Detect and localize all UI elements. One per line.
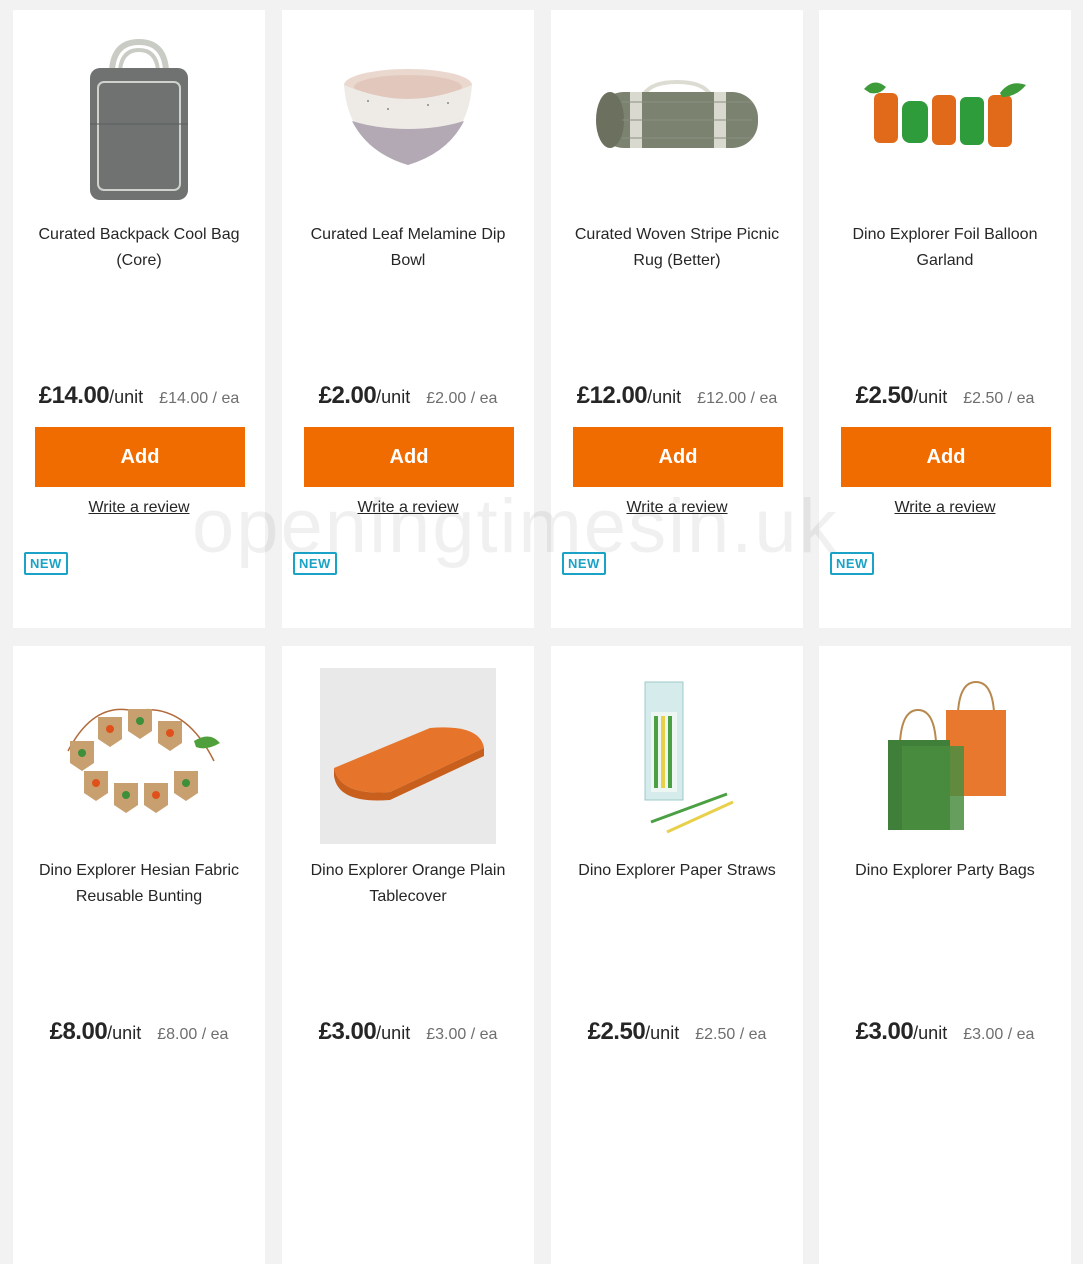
product-card: Dino Explorer Foil Balloon Garland £2.50… — [819, 10, 1071, 628]
price-per-each: £2.50 / ea — [963, 390, 1035, 407]
price-unit: /unit — [647, 387, 682, 407]
product-title[interactable]: Dino Explorer Paper Straws — [569, 858, 785, 884]
party-bags-image[interactable] — [857, 668, 1033, 844]
product-card: Dino Explorer Party Bags £3.00 /unit £3.… — [819, 646, 1071, 1264]
price-per-each: £12.00 / ea — [697, 390, 778, 407]
tablecover-image[interactable] — [320, 668, 496, 844]
write-review-link[interactable]: Write a review — [819, 499, 1071, 517]
price-per-each: £3.00 / ea — [426, 1026, 498, 1043]
price: £2.50 — [587, 1018, 646, 1045]
price: £8.00 — [49, 1018, 108, 1045]
price-row: £12.00 /unit £12.00 / ea — [551, 382, 803, 410]
product-title[interactable]: Dino Explorer Party Bags — [837, 858, 1053, 884]
price-row: £2.50 /unit £2.50 / ea — [819, 382, 1071, 410]
add-button[interactable]: Add — [841, 427, 1051, 487]
new-badge: NEW — [24, 552, 68, 575]
new-badge: NEW — [562, 552, 606, 575]
price-per-each: £14.00 / ea — [159, 390, 240, 407]
product-card: Curated Backpack Cool Bag (Core) £14.00 … — [13, 10, 265, 628]
paper-straws-image[interactable] — [589, 668, 765, 844]
write-review-link[interactable]: Write a review — [282, 499, 534, 517]
price-row: £2.50 /unit £2.50 / ea — [551, 1018, 803, 1046]
price: £3.00 — [855, 1018, 914, 1045]
price-row: £14.00 /unit £14.00 / ea — [13, 382, 265, 410]
bunting-image[interactable] — [51, 668, 227, 844]
price-unit: /unit — [913, 1023, 948, 1043]
price-unit: /unit — [645, 1023, 680, 1043]
add-button[interactable]: Add — [304, 427, 514, 487]
price-unit: /unit — [376, 387, 411, 407]
price-row: £8.00 /unit £8.00 / ea — [13, 1018, 265, 1046]
product-card: Dino Explorer Orange Plain Tablecover £3… — [282, 646, 534, 1264]
backpack-cool-bag-image[interactable] — [51, 32, 227, 208]
picnic-rug-image[interactable] — [589, 32, 765, 208]
add-button[interactable]: Add — [573, 427, 783, 487]
price-unit: /unit — [376, 1023, 411, 1043]
price-per-each: £2.50 / ea — [695, 1026, 767, 1043]
product-title[interactable]: Curated Leaf Melamine Dip Bowl — [300, 222, 516, 274]
price: £14.00 — [38, 382, 110, 409]
product-title[interactable]: Dino Explorer Hesian Fabric Reusable Bun… — [31, 858, 247, 910]
dip-bowl-image[interactable] — [320, 32, 496, 208]
write-review-link[interactable]: Write a review — [551, 499, 803, 517]
price-unit: /unit — [109, 387, 144, 407]
new-badge: NEW — [830, 552, 874, 575]
price-unit: /unit — [913, 387, 948, 407]
price: £3.00 — [318, 1018, 377, 1045]
balloon-garland-image[interactable] — [857, 32, 1033, 208]
product-card: Curated Woven Stripe Picnic Rug (Better)… — [551, 10, 803, 628]
price-row: £3.00 /unit £3.00 / ea — [819, 1018, 1071, 1046]
product-title[interactable]: Dino Explorer Foil Balloon Garland — [837, 222, 1053, 274]
product-title[interactable]: Curated Backpack Cool Bag (Core) — [31, 222, 247, 274]
price-unit: /unit — [107, 1023, 142, 1043]
product-title[interactable]: Curated Woven Stripe Picnic Rug (Better) — [569, 222, 785, 274]
price: £12.00 — [576, 382, 648, 409]
product-card: Dino Explorer Hesian Fabric Reusable Bun… — [13, 646, 265, 1264]
product-card: Dino Explorer Paper Straws £2.50 /unit £… — [551, 646, 803, 1264]
price: £2.50 — [855, 382, 914, 409]
price-row: £3.00 /unit £3.00 / ea — [282, 1018, 534, 1046]
write-review-link[interactable]: Write a review — [13, 499, 265, 517]
price-per-each: £8.00 / ea — [157, 1026, 229, 1043]
price-row: £2.00 /unit £2.00 / ea — [282, 382, 534, 410]
price: £2.00 — [318, 382, 377, 409]
product-card: Curated Leaf Melamine Dip Bowl £2.00 /un… — [282, 10, 534, 628]
new-badge: NEW — [293, 552, 337, 575]
add-button[interactable]: Add — [35, 427, 245, 487]
product-title[interactable]: Dino Explorer Orange Plain Tablecover — [300, 858, 516, 910]
price-per-each: £3.00 / ea — [963, 1026, 1035, 1043]
price-per-each: £2.00 / ea — [426, 390, 498, 407]
